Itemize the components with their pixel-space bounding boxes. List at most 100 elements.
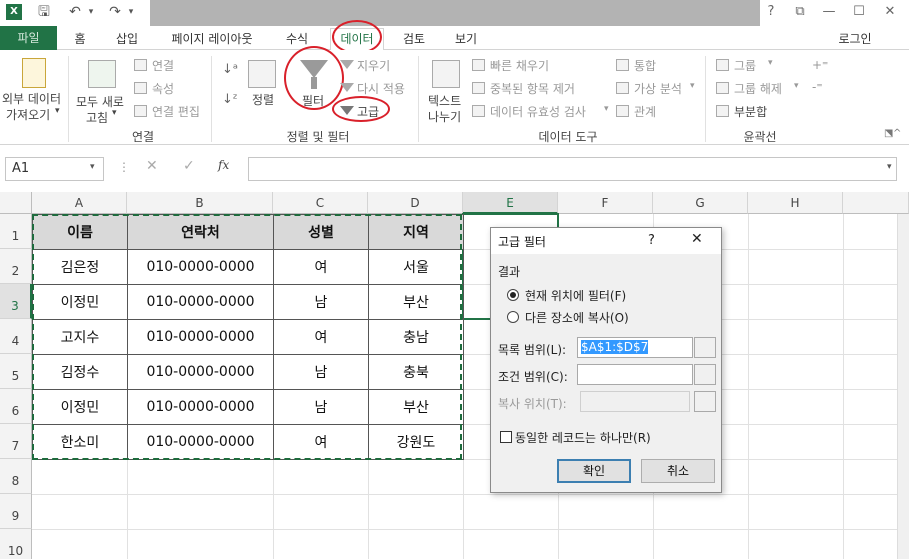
table-cell[interactable]: 010-0000-0000 — [127, 284, 274, 320]
cancel-icon[interactable]: ✕ — [146, 158, 158, 174]
maximize-icon[interactable]: ☐ — [848, 3, 870, 21]
external-data-label[interactable]: 외부 데이터 — [2, 90, 61, 107]
help-icon[interactable]: ? — [760, 3, 782, 21]
table-cell[interactable]: 강원도 — [368, 424, 464, 460]
row-header[interactable]: 1 — [0, 214, 32, 249]
collapse-ribbon-icon[interactable]: ^ — [893, 128, 901, 139]
table-cell[interactable]: 여 — [273, 424, 369, 460]
table-cell[interactable]: 부산 — [368, 284, 464, 320]
redo-dropdown-icon[interactable]: ▾ — [122, 3, 140, 21]
tab-review[interactable]: 검토 — [396, 29, 432, 49]
table-cell[interactable]: 이정민 — [32, 284, 128, 320]
save-icon[interactable]: 🖫 — [35, 3, 53, 21]
option-copy-to-location-label[interactable]: 다른 장소에 복사(O) — [525, 309, 629, 326]
ungroup-label[interactable]: 그룹 해제 — [734, 80, 782, 97]
column-header[interactable] — [843, 192, 909, 214]
criteria-range-input[interactable] — [577, 364, 693, 385]
what-if-label[interactable]: 가상 분석 — [634, 80, 682, 97]
row-header[interactable]: 3 — [0, 284, 32, 319]
table-cell[interactable]: 서울 — [368, 249, 464, 285]
row-header[interactable]: 6 — [0, 389, 32, 424]
expand-formula-icon[interactable]: ▾ — [887, 162, 892, 172]
dialog-help-icon[interactable]: ? — [648, 233, 655, 248]
row-header[interactable]: 7 — [0, 424, 32, 459]
undo-dropdown-icon[interactable]: ▾ — [82, 3, 100, 21]
ribbon-display-icon[interactable]: ⧉ — [789, 3, 811, 21]
table-header-cell[interactable]: 지역 — [368, 214, 464, 250]
table-cell[interactable]: 고지수 — [32, 319, 128, 355]
sort-az-icon[interactable]: ↓ᵃ — [222, 62, 238, 77]
hide-detail-icon[interactable]: -⁼ — [812, 80, 823, 94]
table-cell[interactable]: 남 — [273, 354, 369, 390]
show-detail-icon[interactable]: +⁼ — [812, 58, 828, 72]
chevron-down-icon[interactable]: ▾ — [90, 162, 95, 172]
table-cell[interactable]: 충북 — [368, 354, 464, 390]
column-header[interactable]: G — [653, 192, 748, 214]
row-header[interactable]: 2 — [0, 249, 32, 284]
range-select-icon[interactable] — [694, 337, 716, 358]
cancel-button[interactable]: 취소 — [641, 459, 715, 483]
consolidate-label[interactable]: 통합 — [634, 57, 656, 74]
column-header[interactable]: F — [558, 192, 653, 214]
data-validation-label[interactable]: 데이터 유효성 검사 — [490, 103, 586, 120]
unique-records-label[interactable]: 동일한 레코드는 하나만(R) — [515, 429, 651, 446]
radio-filter-in-place[interactable] — [507, 289, 519, 301]
text-to-columns-label-2[interactable]: 나누기 — [428, 108, 461, 125]
column-header[interactable]: A — [32, 192, 127, 214]
remove-duplicates-label[interactable]: 중복된 항목 제거 — [490, 80, 575, 97]
tab-page-layout[interactable]: 페이지 레이아웃 — [160, 29, 264, 49]
reapply-label[interactable]: 다시 적용 — [357, 80, 405, 97]
table-header-cell[interactable]: 성별 — [273, 214, 369, 250]
table-cell[interactable]: 여 — [273, 319, 369, 355]
relationships-label[interactable]: 관계 — [634, 103, 656, 120]
column-header[interactable]: H — [748, 192, 843, 214]
table-cell[interactable]: 김정수 — [32, 354, 128, 390]
table-cell[interactable]: 충남 — [368, 319, 464, 355]
row-header[interactable]: 9 — [0, 494, 32, 529]
table-header-cell[interactable]: 이름 — [32, 214, 128, 250]
dialog-close-icon[interactable]: ✕ — [691, 231, 703, 247]
tab-home[interactable]: 홈 — [66, 29, 94, 49]
table-cell[interactable]: 010-0000-0000 — [127, 424, 274, 460]
subtotal-label[interactable]: 부분합 — [734, 103, 767, 120]
tab-view[interactable]: 보기 — [448, 29, 484, 49]
formula-input[interactable] — [248, 157, 897, 181]
tab-file[interactable]: 파일 — [0, 26, 57, 50]
column-header[interactable]: E — [463, 192, 558, 214]
row-header[interactable]: 8 — [0, 459, 32, 494]
select-all-corner[interactable] — [0, 192, 32, 214]
column-header[interactable]: B — [127, 192, 273, 214]
table-cell[interactable]: 010-0000-0000 — [127, 354, 274, 390]
table-cell[interactable]: 이정민 — [32, 389, 128, 425]
option-filter-in-place-label[interactable]: 현재 위치에 필터(F) — [525, 287, 626, 304]
table-cell[interactable]: 남 — [273, 389, 369, 425]
properties-label[interactable]: 속성 — [152, 80, 174, 97]
unique-records-checkbox[interactable] — [500, 431, 512, 443]
list-range-input[interactable]: $A$1:$D$7 — [577, 337, 693, 358]
enter-icon[interactable]: ✓ — [183, 158, 195, 174]
column-header[interactable]: D — [368, 192, 463, 214]
text-to-columns-label[interactable]: 텍스트 — [428, 92, 461, 109]
tab-insert[interactable]: 삽입 — [108, 29, 146, 49]
sort-za-icon[interactable]: ↓ᶻ — [222, 92, 238, 107]
table-cell[interactable]: 부산 — [368, 389, 464, 425]
flash-fill-label[interactable]: 빠른 채우기 — [490, 57, 549, 74]
vertical-scrollbar[interactable] — [897, 214, 909, 559]
ok-button[interactable]: 확인 — [557, 459, 631, 483]
table-cell[interactable]: 010-0000-0000 — [127, 319, 274, 355]
table-cell[interactable]: 010-0000-0000 — [127, 249, 274, 285]
table-cell[interactable]: 010-0000-0000 — [127, 389, 274, 425]
row-header[interactable]: 5 — [0, 354, 32, 389]
table-cell[interactable]: 여 — [273, 249, 369, 285]
row-header[interactable]: 4 — [0, 319, 32, 354]
edit-links-label[interactable]: 연결 편집 — [152, 103, 200, 120]
clear-label[interactable]: 지우기 — [357, 57, 390, 74]
row-header[interactable]: 10 — [0, 529, 32, 559]
table-cell[interactable]: 남 — [273, 284, 369, 320]
worksheet-grid[interactable]: A B C D E F G H 1 2 3 4 5 6 7 8 9 10 이름 … — [0, 192, 909, 559]
minimize-icon[interactable]: — — [818, 3, 840, 21]
column-header[interactable]: C — [273, 192, 368, 214]
table-cell[interactable]: 한소미 — [32, 424, 128, 460]
radio-copy-to-location[interactable] — [507, 311, 519, 323]
group-label[interactable]: 그룹 — [734, 57, 756, 74]
